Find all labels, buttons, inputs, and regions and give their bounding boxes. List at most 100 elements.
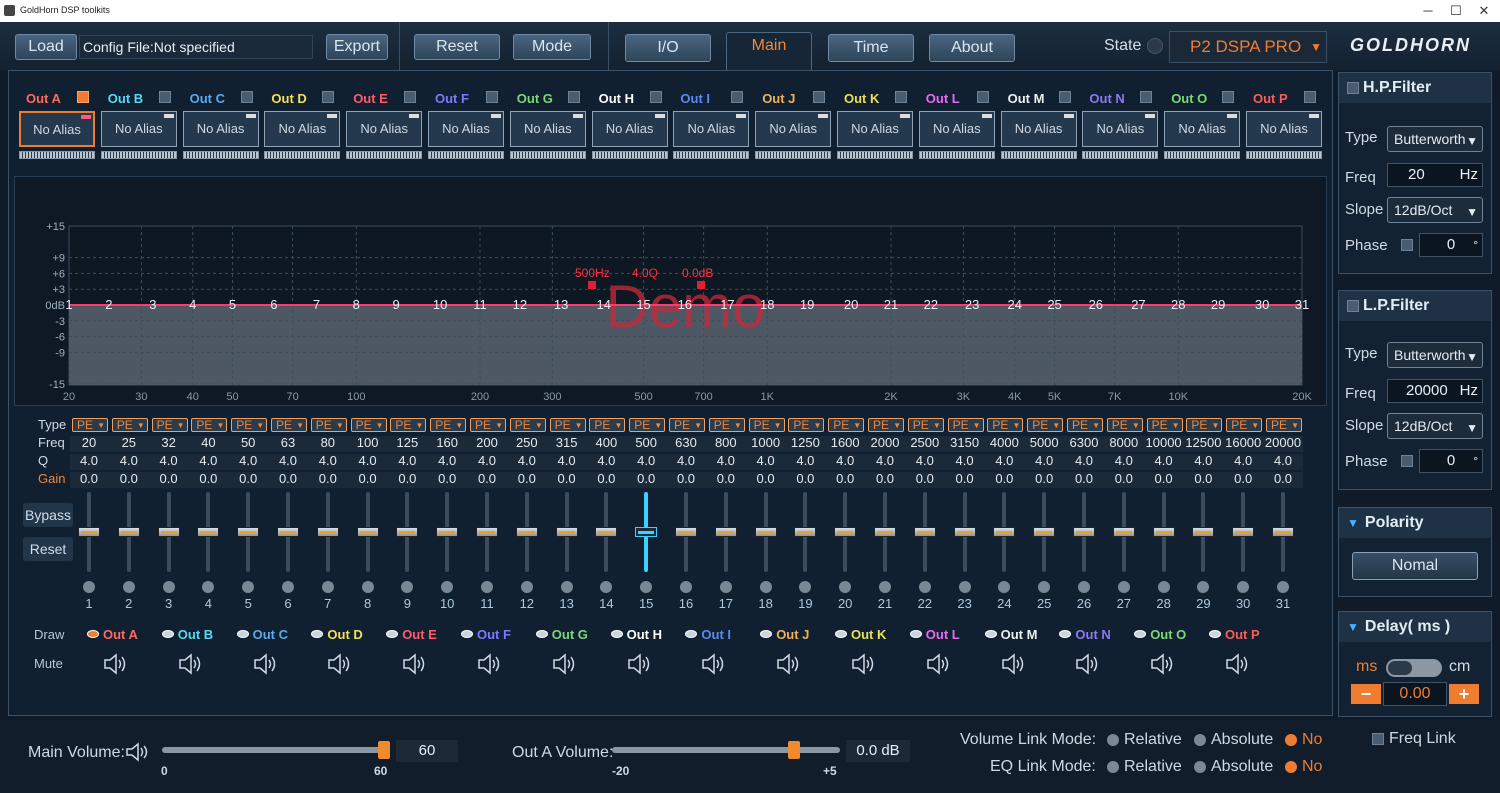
band-slider-knob[interactable]: [714, 527, 737, 537]
mute-speaker-icon[interactable]: [1074, 652, 1102, 676]
eq-q-cell[interactable]: 4.0: [587, 453, 625, 468]
draw-eye-icon[interactable]: [835, 630, 847, 638]
eq-q-cell[interactable]: 4.0: [1184, 453, 1222, 468]
eq-freq-cell[interactable]: 200: [468, 435, 506, 450]
band-link-dot[interactable]: [321, 581, 334, 593]
band-link-dot[interactable]: [361, 581, 374, 593]
band-link-dot[interactable]: [918, 581, 931, 593]
eq-gain-cell[interactable]: 0.0: [428, 471, 466, 486]
eq-gain-cell[interactable]: 0.0: [826, 471, 864, 486]
channel-checkbox[interactable]: [1304, 91, 1316, 103]
band-slider-knob[interactable]: [396, 527, 419, 537]
eq-q-cell[interactable]: 4.0: [388, 453, 426, 468]
eq-type-select[interactable]: PE: [271, 418, 307, 432]
band-slider-knob[interactable]: [754, 527, 777, 537]
eq-q-cell[interactable]: 4.0: [1065, 453, 1103, 468]
band-slider-knob[interactable]: [436, 527, 459, 537]
eq-q-cell[interactable]: 4.0: [548, 453, 586, 468]
band-slider-knob[interactable]: [874, 527, 896, 537]
eq-freq-cell[interactable]: 1000: [747, 435, 785, 450]
eq-q-cell[interactable]: 4.0: [1264, 453, 1302, 468]
eq-type-select[interactable]: PE: [151, 418, 188, 432]
channel-alias-box[interactable]: No Alias: [100, 111, 177, 147]
eq-freq-cell[interactable]: 12500: [1184, 435, 1222, 450]
eq-q-cell[interactable]: 4.0: [667, 453, 705, 468]
channel-alias-box[interactable]: No Alias: [346, 111, 423, 147]
load-button[interactable]: Load: [15, 34, 77, 60]
eq-q-cell[interactable]: 4.0: [468, 453, 506, 468]
eq-type-select[interactable]: PE: [629, 418, 666, 432]
eq-q-cell[interactable]: 4.0: [150, 453, 188, 468]
draw-eye-icon[interactable]: [461, 630, 473, 638]
band-slider-knob[interactable]: [555, 527, 578, 537]
eq-gain-cell[interactable]: 0.0: [1264, 471, 1302, 486]
main-volume-slider[interactable]: [162, 741, 390, 759]
mute-speaker-icon[interactable]: [1224, 652, 1252, 676]
eq-gain-cell[interactable]: 0.0: [110, 471, 148, 486]
band-slider-knob[interactable]: [1232, 527, 1255, 537]
eq-type-select[interactable]: PE: [987, 418, 1024, 432]
band-slider-knob[interactable]: [78, 527, 100, 537]
eq-freq-cell[interactable]: 500: [627, 435, 665, 450]
band-slider-knob[interactable]: [197, 527, 220, 537]
channel-checkbox[interactable]: [158, 91, 171, 103]
band-link-dot[interactable]: [560, 581, 573, 593]
channel-alias-box[interactable]: No Alias: [918, 111, 995, 147]
eq-type-select[interactable]: PE: [1106, 418, 1143, 432]
channel-alias-box[interactable]: No Alias: [673, 111, 750, 147]
eq-freq-cell[interactable]: 10000: [1145, 435, 1183, 450]
band-link-dot[interactable]: [958, 581, 971, 593]
eq-freq-cell[interactable]: 160: [428, 435, 466, 450]
delay-minus-button[interactable]: −: [1351, 684, 1381, 704]
band-slider-knob[interactable]: [1272, 527, 1294, 537]
polarity-header[interactable]: ▼ Polarity: [1339, 508, 1491, 538]
eq-q-cell[interactable]: 4.0: [1224, 453, 1262, 468]
band-slider-knob[interactable]: [1152, 527, 1175, 537]
eq-gain-cell[interactable]: 0.0: [468, 471, 506, 486]
eq-type-select[interactable]: PE: [708, 418, 745, 432]
band-slider-knob[interactable]: [316, 527, 339, 537]
eq-gain-cell[interactable]: 0.0: [388, 471, 426, 486]
out-volume-slider[interactable]: [612, 741, 840, 759]
band-slider-knob[interactable]: [953, 527, 976, 537]
channel-alias-box[interactable]: No Alias: [1164, 111, 1241, 147]
mute-speaker-icon[interactable]: [401, 652, 429, 676]
freq-link-checkbox[interactable]: [1372, 733, 1384, 745]
eq-gain-cell[interactable]: 0.0: [866, 471, 904, 486]
band-link-dot[interactable]: [759, 581, 772, 593]
band-link-dot[interactable]: [162, 581, 175, 593]
eq-freq-cell[interactable]: 100: [349, 435, 387, 450]
delay-value[interactable]: 0.00: [1383, 682, 1447, 706]
channel-alias-box[interactable]: No Alias: [19, 111, 95, 147]
eq-type-select[interactable]: PE: [470, 418, 506, 432]
channel-alias-box[interactable]: No Alias: [591, 111, 668, 147]
delay-unit-toggle[interactable]: [1386, 659, 1442, 677]
band-slider-knob[interactable]: [1192, 527, 1215, 537]
eq-type-select[interactable]: PE: [1266, 418, 1302, 432]
eq-gain-cell[interactable]: 0.0: [667, 471, 705, 486]
band-slider-knob[interactable]: [515, 527, 538, 537]
band-slider-knob[interactable]: [913, 527, 936, 537]
mute-speaker-icon[interactable]: [252, 652, 280, 676]
eq-freq-cell[interactable]: 63: [269, 435, 307, 450]
eq-freq-cell[interactable]: 50: [229, 435, 267, 450]
eq-type-select[interactable]: PE: [310, 418, 347, 432]
eq-freq-cell[interactable]: 16000: [1224, 435, 1262, 450]
eq-freq-cell[interactable]: 315: [548, 435, 586, 450]
band-link-dot[interactable]: [719, 581, 732, 593]
eq-q-cell[interactable]: 4.0: [349, 453, 387, 468]
eq-q-cell[interactable]: 4.0: [786, 453, 824, 468]
channel-checkbox[interactable]: [77, 91, 89, 103]
eq-freq-cell[interactable]: 2500: [906, 435, 944, 450]
channel-checkbox[interactable]: [813, 91, 826, 103]
mute-speaker-icon[interactable]: [700, 652, 728, 676]
channel-checkbox[interactable]: [567, 91, 580, 103]
minimize-icon[interactable]: ─: [1418, 2, 1438, 20]
eq-gain-cell[interactable]: 0.0: [70, 471, 108, 486]
reset-button[interactable]: Reset: [414, 34, 500, 60]
polarity-button[interactable]: Nomal: [1352, 552, 1478, 580]
eq-type-select[interactable]: PE: [868, 418, 904, 432]
lpf-enable-checkbox[interactable]: [1347, 299, 1359, 312]
eq-q-cell[interactable]: 4.0: [1105, 453, 1143, 468]
main-volume-value[interactable]: 60: [396, 740, 458, 762]
